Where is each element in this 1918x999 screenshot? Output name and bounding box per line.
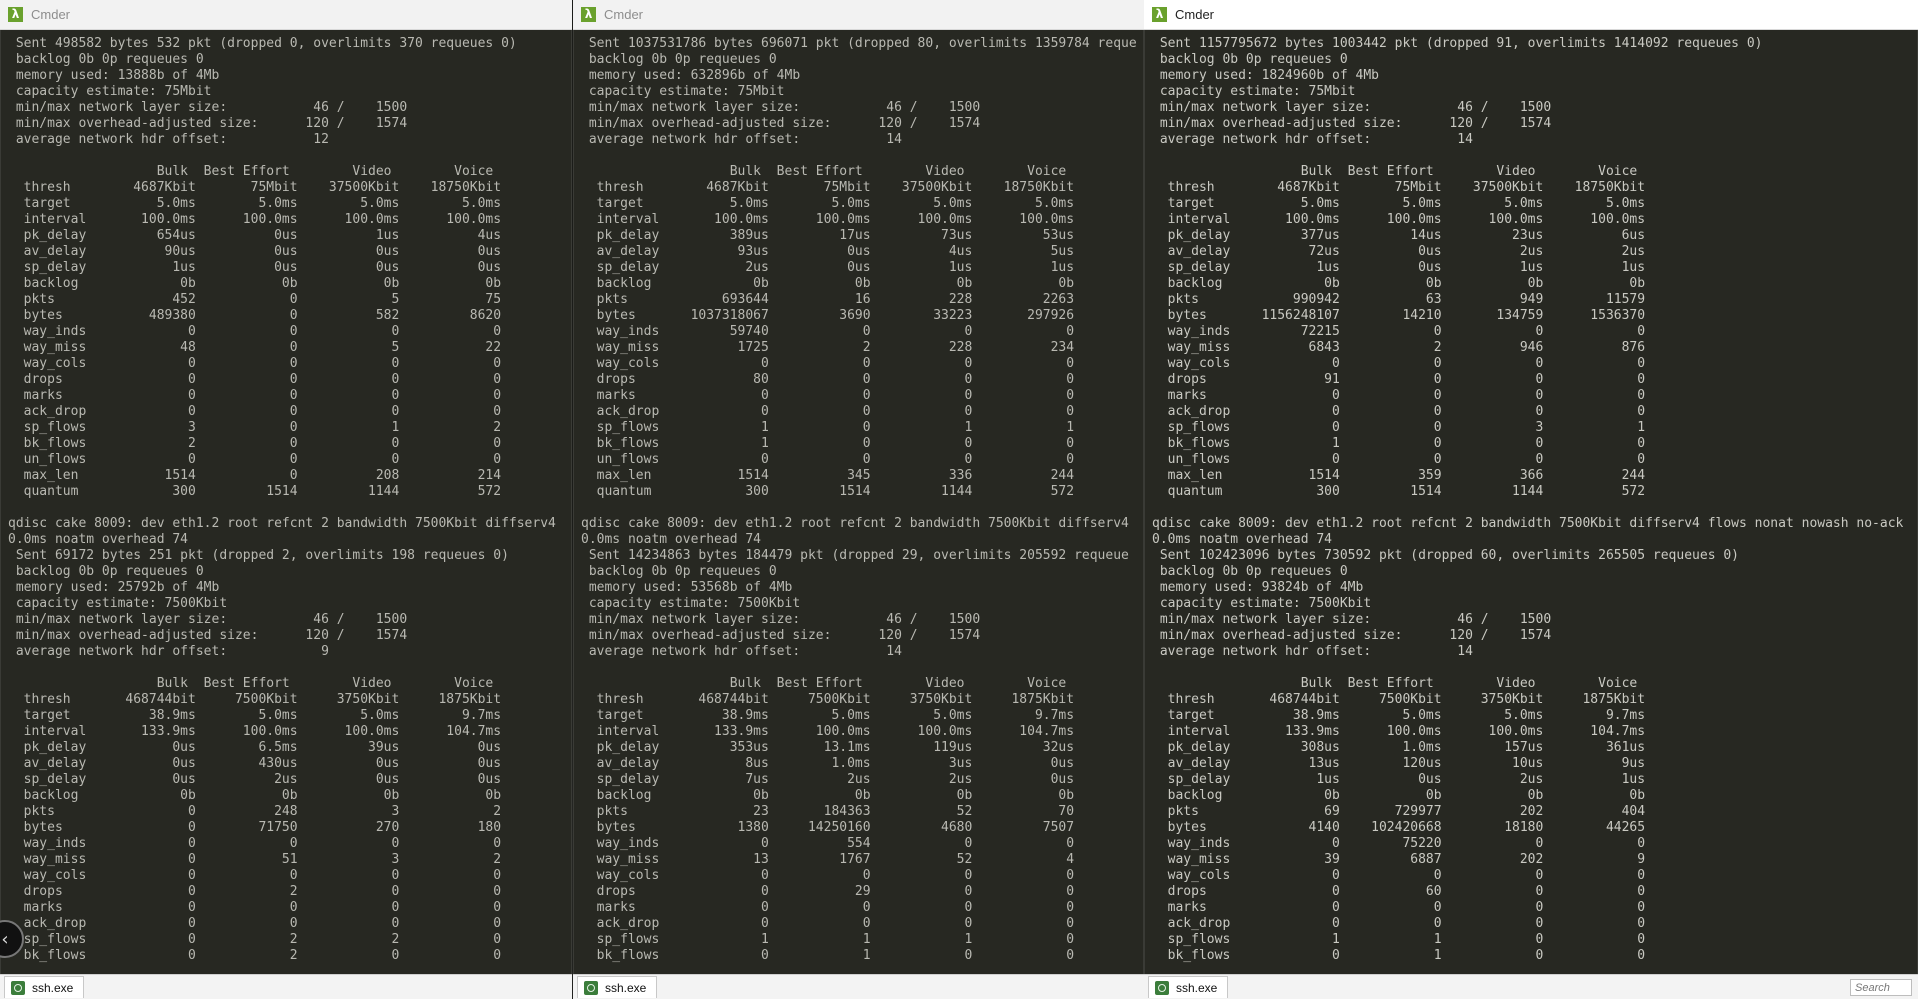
tab-label: ssh.exe [32, 980, 74, 995]
tab-ssh[interactable]: ssh.exe [577, 976, 658, 998]
lambda-icon: λ [1152, 7, 1167, 22]
terminal-console[interactable]: Sent 498582 bytes 532 pkt (dropped 0, ov… [0, 30, 572, 975]
cmder-window-right[interactable]: λ Cmder Sent 1157795672 bytes 1003442 pk… [1144, 0, 1918, 999]
tab-ssh[interactable]: ssh.exe [4, 976, 85, 998]
window-title: Cmder [31, 6, 71, 22]
cmder-window-left[interactable]: λ Cmder Sent 498582 bytes 532 pkt (dropp… [0, 0, 572, 999]
ssh-icon [584, 980, 598, 995]
tab-label: ssh.exe [1176, 980, 1218, 995]
ssh-icon [11, 980, 25, 995]
ssh-icon [1155, 980, 1169, 995]
tab-bar: ssh.exe [0, 974, 572, 999]
lambda-icon: λ [8, 7, 23, 22]
terminal-output[interactable]: Sent 1157795672 bytes 1003442 pkt (dropp… [1144, 30, 1918, 964]
search-input[interactable]: Search [1850, 978, 1912, 996]
cmder-window-middle[interactable]: λ Cmder Sent 1037531786 bytes 696071 pkt… [573, 0, 1144, 999]
tab-bar: ssh.exe [573, 974, 1144, 999]
terminal-output[interactable]: Sent 498582 bytes 532 pkt (dropped 0, ov… [0, 30, 572, 964]
tab-ssh[interactable]: ssh.exe [1148, 976, 1229, 998]
tab-bar: ssh.exe Search [1144, 974, 1918, 999]
window-titlebar[interactable]: λ Cmder [1144, 0, 1918, 30]
terminal-console[interactable]: Sent 1037531786 bytes 696071 pkt (droppe… [573, 30, 1144, 975]
window-title: Cmder [1175, 6, 1215, 22]
lambda-icon: λ [581, 7, 596, 22]
terminal-console[interactable]: Sent 1157795672 bytes 1003442 pkt (dropp… [1144, 30, 1918, 975]
tab-label: ssh.exe [605, 980, 647, 995]
window-titlebar[interactable]: λ Cmder [573, 0, 1144, 30]
terminal-output[interactable]: Sent 1037531786 bytes 696071 pkt (droppe… [573, 30, 1144, 964]
window-titlebar[interactable]: λ Cmder [0, 0, 572, 30]
window-title: Cmder [604, 6, 644, 22]
